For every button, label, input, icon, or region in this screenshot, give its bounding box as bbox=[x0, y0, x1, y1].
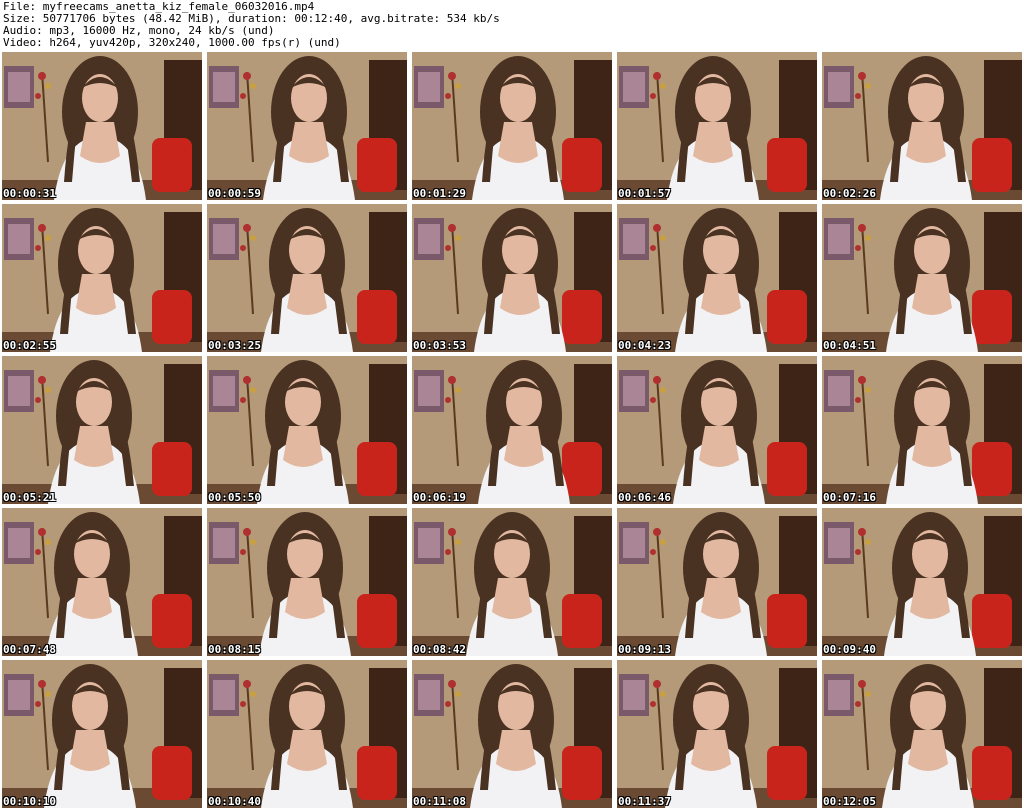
thumbnail-timestamp: 00:02:26 bbox=[823, 187, 876, 200]
thumbnail-timestamp: 00:10:40 bbox=[208, 795, 261, 808]
video-thumbnail: 00:02:26 bbox=[822, 52, 1022, 200]
thumbnail-timestamp: 00:09:13 bbox=[618, 643, 671, 656]
video-thumbnail: 00:07:16 bbox=[822, 356, 1022, 504]
video-frame bbox=[822, 660, 1022, 808]
video-thumbnail: 00:06:19 bbox=[412, 356, 612, 504]
thumbnail-timestamp: 00:05:21 bbox=[3, 491, 56, 504]
video-thumbnail: 00:10:40 bbox=[207, 660, 407, 808]
video-frame bbox=[412, 508, 612, 656]
video-frame bbox=[822, 508, 1022, 656]
video-thumbnail: 00:10:10 bbox=[2, 660, 202, 808]
video-frame bbox=[2, 508, 202, 656]
thumbnail-timestamp: 00:06:46 bbox=[618, 491, 671, 504]
video-thumbnail: 00:03:53 bbox=[412, 204, 612, 352]
thumbnail-timestamp: 00:09:40 bbox=[823, 643, 876, 656]
video-frame bbox=[412, 52, 612, 200]
thumbnail-timestamp: 00:08:42 bbox=[413, 643, 466, 656]
thumbnail-timestamp: 00:00:31 bbox=[3, 187, 56, 200]
file-info-header: File: myfreecams_anetta_kiz_female_06032… bbox=[3, 1, 1021, 49]
video-thumbnail: 00:06:46 bbox=[617, 356, 817, 504]
video-thumbnail: 00:04:23 bbox=[617, 204, 817, 352]
video-frame bbox=[2, 660, 202, 808]
video-thumbnail: 00:02:55 bbox=[2, 204, 202, 352]
video-thumbnail: 00:04:51 bbox=[822, 204, 1022, 352]
video-thumbnail: 00:09:13 bbox=[617, 508, 817, 656]
video-frame bbox=[412, 356, 612, 504]
video-frame bbox=[822, 204, 1022, 352]
video-thumbnail: 00:03:25 bbox=[207, 204, 407, 352]
video-frame bbox=[822, 52, 1022, 200]
thumbnail-timestamp: 00:08:15 bbox=[208, 643, 261, 656]
video-frame bbox=[412, 204, 612, 352]
video-thumbnail: 00:08:42 bbox=[412, 508, 612, 656]
video-thumbnail: 00:05:21 bbox=[2, 356, 202, 504]
video-thumbnail: 00:09:40 bbox=[822, 508, 1022, 656]
thumbnail-timestamp: 00:07:16 bbox=[823, 491, 876, 504]
thumbnail-timestamp: 00:11:08 bbox=[413, 795, 466, 808]
video-frame bbox=[617, 508, 817, 656]
thumbnail-grid: 00:00:31 00:00:59 00:01:29 00:01:57 00:02:26… bbox=[2, 52, 1022, 808]
video-frame bbox=[207, 356, 407, 504]
thumbnail-timestamp: 00:03:53 bbox=[413, 339, 466, 352]
video-frame bbox=[2, 52, 202, 200]
thumbnail-timestamp: 00:02:55 bbox=[3, 339, 56, 352]
video-thumbnail: 00:01:29 bbox=[412, 52, 612, 200]
video-frame bbox=[617, 356, 817, 504]
video-thumbnail: 00:07:48 bbox=[2, 508, 202, 656]
video-thumbnail: 00:05:50 bbox=[207, 356, 407, 504]
video-thumbnail: 00:11:37 bbox=[617, 660, 817, 808]
thumbnail-timestamp: 00:00:59 bbox=[208, 187, 261, 200]
video-thumbnail: 00:00:31 bbox=[2, 52, 202, 200]
thumbnail-timestamp: 00:11:37 bbox=[618, 795, 671, 808]
video-thumbnail: 00:08:15 bbox=[207, 508, 407, 656]
thumbnail-timestamp: 00:04:23 bbox=[618, 339, 671, 352]
thumbnail-timestamp: 00:05:50 bbox=[208, 491, 261, 504]
video-frame bbox=[617, 660, 817, 808]
video-frame bbox=[207, 52, 407, 200]
thumbnail-timestamp: 00:03:25 bbox=[208, 339, 261, 352]
video-thumbnail: 00:11:08 bbox=[412, 660, 612, 808]
thumbnail-timestamp: 00:10:10 bbox=[3, 795, 56, 808]
video-frame bbox=[822, 356, 1022, 504]
video-thumbnail: 00:00:59 bbox=[207, 52, 407, 200]
video-info-line: Video: h264, yuv420p, 320x240, 1000.00 f… bbox=[3, 36, 341, 49]
video-frame bbox=[207, 660, 407, 808]
thumbnail-timestamp: 00:04:51 bbox=[823, 339, 876, 352]
video-frame bbox=[412, 660, 612, 808]
thumbnail-timestamp: 00:01:57 bbox=[618, 187, 671, 200]
thumbnail-timestamp: 00:07:48 bbox=[3, 643, 56, 656]
thumbnail-timestamp: 00:01:29 bbox=[413, 187, 466, 200]
thumbnail-timestamp: 00:06:19 bbox=[413, 491, 466, 504]
video-frame bbox=[617, 52, 817, 200]
video-frame bbox=[2, 356, 202, 504]
video-frame bbox=[2, 204, 202, 352]
video-frame bbox=[207, 508, 407, 656]
thumbnail-timestamp: 00:12:05 bbox=[823, 795, 876, 808]
video-frame bbox=[207, 204, 407, 352]
video-frame bbox=[617, 204, 817, 352]
video-thumbnail: 00:12:05 bbox=[822, 660, 1022, 808]
video-thumbnail: 00:01:57 bbox=[617, 52, 817, 200]
